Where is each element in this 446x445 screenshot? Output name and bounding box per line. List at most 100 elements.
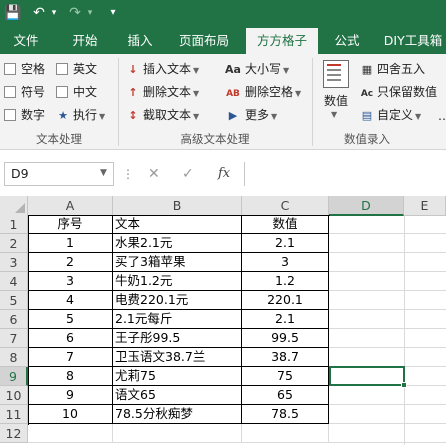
row-header-12[interactable]: 12	[0, 424, 28, 443]
extract-text-button[interactable]: ↕ 截取文本 ▼	[126, 105, 199, 125]
table-header-cell[interactable]: 序号	[28, 215, 113, 234]
table-cell[interactable]: 2	[28, 253, 113, 272]
execute-button[interactable]: ★ 执行 ▼	[56, 105, 105, 125]
undo-dropdown-icon[interactable]: ▾	[48, 3, 60, 23]
redo-icon[interactable]: ↷	[64, 3, 86, 23]
tab-page-layout[interactable]: 页面布局	[172, 28, 236, 54]
row-header-9[interactable]: 9	[0, 367, 28, 386]
table-cell[interactable]: 语文65	[113, 386, 242, 405]
selected-cell[interactable]	[329, 366, 405, 386]
row-header-3[interactable]: 3	[0, 253, 28, 272]
confirm-icon[interactable]: ✓	[182, 162, 194, 186]
delete-spaces-button[interactable]: AB 删除空格 ▼	[224, 82, 301, 102]
table-cell[interactable]: 78.5	[242, 405, 329, 424]
keep-numeric-button[interactable]: Ac 只保留数值	[360, 82, 437, 102]
table-cell[interactable]: 卫玉语文38.7兰	[113, 348, 242, 367]
checkbox-symbol[interactable]: 符号	[4, 82, 45, 102]
table-cell[interactable]: 3	[28, 272, 113, 291]
table-cell[interactable]: 38.7	[242, 348, 329, 367]
checkbox-label: 数字	[21, 108, 46, 122]
case-button[interactable]: Aa 大小写 ▼	[224, 59, 289, 79]
checkbox-space[interactable]: 空格	[4, 59, 45, 79]
table-cell[interactable]: 2.1	[242, 234, 329, 253]
row-header-1[interactable]: 1	[0, 215, 28, 234]
table-cell[interactable]: 王子彤99.5	[113, 329, 242, 348]
tab-diy-toolbox[interactable]: DIY工具箱	[380, 28, 446, 54]
row-header-8[interactable]: 8	[0, 348, 28, 367]
table-cell[interactable]: 2.1元每斤	[113, 310, 242, 329]
select-all-button[interactable]	[0, 196, 28, 216]
row-header-10[interactable]: 10	[0, 386, 28, 405]
cancel-icon[interactable]: ✕	[148, 162, 160, 186]
table-cell[interactable]: 10	[28, 405, 113, 424]
more-button[interactable]: ▶ 更多 ▼	[224, 105, 277, 125]
chevron-down-icon[interactable]: ▼	[100, 162, 107, 186]
table-cell[interactable]: 水果2.1元	[113, 234, 242, 253]
table-cell[interactable]: 3	[242, 253, 329, 272]
customize-icon[interactable]: ▾	[106, 3, 120, 23]
formula-bar-grip-icon[interactable]: ⋮	[122, 162, 134, 186]
formula-input[interactable]	[244, 162, 446, 186]
table-cell[interactable]: 5	[28, 310, 113, 329]
table-header-cell[interactable]: 文本	[113, 215, 242, 234]
table-cell[interactable]: 9	[28, 386, 113, 405]
delete-text-button[interactable]: ↑ 删除文本 ▼	[126, 82, 199, 102]
tab-ffgz[interactable]: 方方格子	[246, 28, 318, 54]
undo-icon[interactable]: ↶	[28, 3, 50, 23]
column-header-d[interactable]: D	[329, 196, 404, 216]
row-header-11[interactable]: 11	[0, 405, 28, 424]
fill-handle[interactable]	[401, 382, 407, 388]
checkbox-english[interactable]: 英文	[56, 59, 97, 79]
more-icon: ▶	[228, 109, 238, 122]
tab-file[interactable]: 文件	[4, 28, 48, 54]
table-cell[interactable]: 220.1	[242, 291, 329, 310]
table-cell[interactable]: 1	[28, 234, 113, 253]
table-cell[interactable]: 99.5	[242, 329, 329, 348]
gridline	[329, 290, 446, 291]
table-header-cell[interactable]: 数值	[242, 215, 329, 234]
tab-insert[interactable]: 插入	[117, 28, 163, 54]
gridline	[112, 424, 113, 443]
tab-formulas[interactable]: 公式	[326, 28, 368, 54]
row-header-5[interactable]: 5	[0, 291, 28, 310]
table-cell[interactable]: 8	[28, 367, 113, 386]
tab-home[interactable]: 开始	[62, 28, 108, 54]
column-header-e[interactable]: E	[404, 196, 446, 216]
chevron-down-icon[interactable]: ▼	[331, 110, 337, 119]
table-cell[interactable]: 买了3箱苹果	[113, 253, 242, 272]
table-cell[interactable]: 牛奶1.2元	[113, 272, 242, 291]
more-options-icon[interactable]: ⋯	[438, 112, 446, 126]
numeric-icon[interactable]	[323, 60, 349, 88]
table-cell[interactable]: 4	[28, 291, 113, 310]
insert-function-button[interactable]: fx	[218, 162, 230, 186]
custom-button[interactable]: ▤ 自定义 ▼	[360, 105, 421, 125]
column-header-c[interactable]: C	[242, 196, 329, 216]
chevron-down-icon: ▼	[283, 66, 290, 75]
round-button[interactable]: ▦ 四舍五入	[360, 59, 425, 79]
table-cell[interactable]: 电费220.1元	[113, 291, 242, 310]
numeric-button[interactable]: 数值	[320, 92, 352, 109]
checkbox-chinese[interactable]: 中文	[56, 82, 97, 102]
table-cell[interactable]: 尤莉75	[113, 367, 242, 386]
name-box[interactable]: D9	[4, 162, 114, 186]
save-icon[interactable]: 💾	[2, 3, 24, 23]
row-header-2[interactable]: 2	[0, 234, 28, 253]
table-cell[interactable]: 78.5分秋痴梦	[113, 405, 242, 424]
table-cell[interactable]: 1.2	[242, 272, 329, 291]
checkbox-number[interactable]: 数字	[4, 105, 45, 125]
row-header-7[interactable]: 7	[0, 329, 28, 348]
table-cell[interactable]: 2.1	[242, 310, 329, 329]
gridline	[329, 423, 446, 424]
column-header-a[interactable]: A	[28, 196, 113, 216]
case-icon: Aa	[225, 63, 241, 76]
redo-dropdown-icon[interactable]: ▾	[84, 3, 96, 23]
insert-text-button[interactable]: ↓ 插入文本 ▼	[126, 59, 199, 79]
table-cell[interactable]: 7	[28, 348, 113, 367]
table-cell[interactable]: 6	[28, 329, 113, 348]
checkbox-icon	[56, 63, 68, 75]
row-header-4[interactable]: 4	[0, 272, 28, 291]
table-cell[interactable]: 65	[242, 386, 329, 405]
table-cell[interactable]: 75	[242, 367, 329, 386]
row-header-6[interactable]: 6	[0, 310, 28, 329]
column-header-b[interactable]: B	[113, 196, 242, 216]
